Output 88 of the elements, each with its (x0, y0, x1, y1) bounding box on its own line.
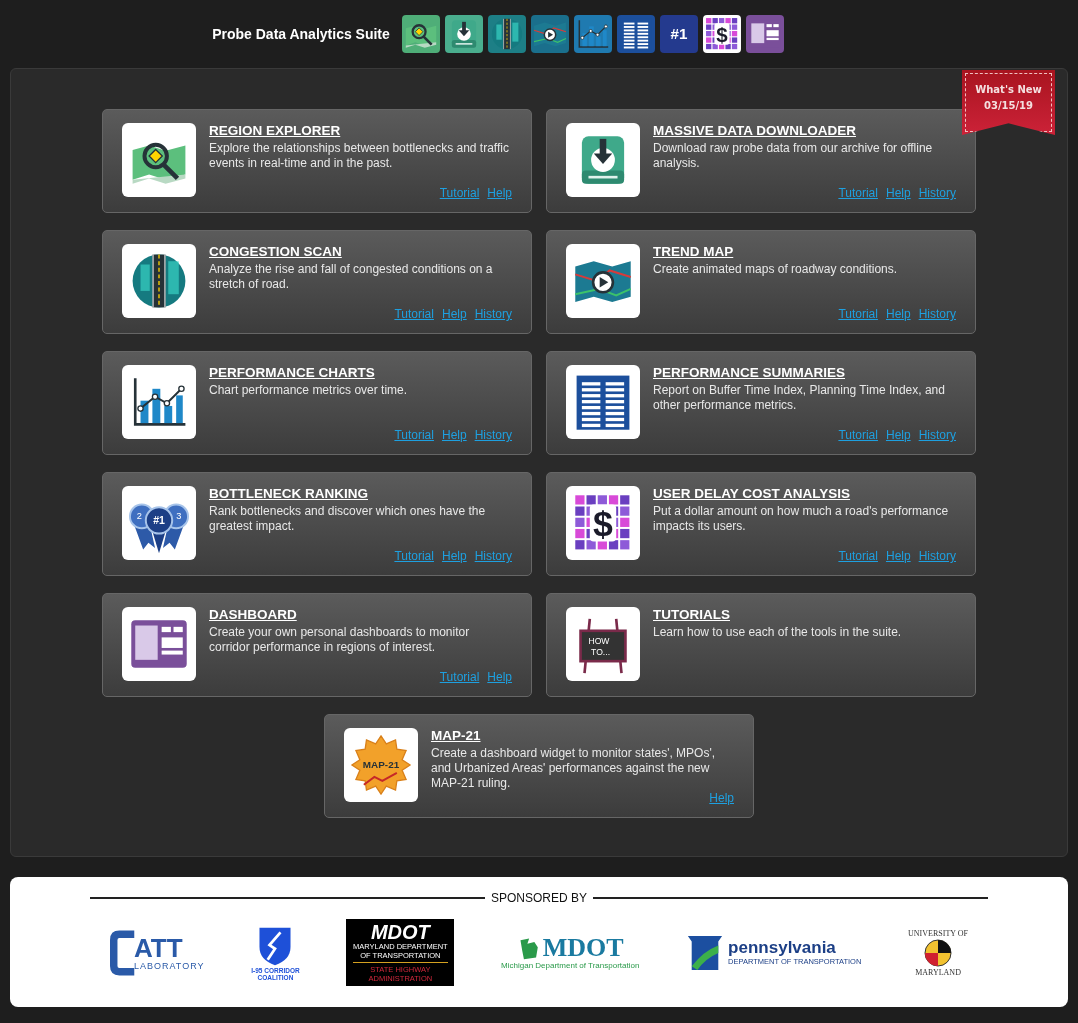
tool-description: Create a dashboard widget to monitor states', MPOs', and Urbanized Areas' performances against the new MAP-21 ruling. (431, 746, 717, 791)
tool-icon[interactable] (122, 123, 196, 197)
logo-text: MARYLAND (915, 967, 961, 977)
tool-link[interactable]: History (918, 428, 956, 442)
logo-text: pennsylvania (728, 939, 837, 957)
tool-link[interactable]: History (918, 186, 956, 200)
badge-text: MAP-21 (362, 759, 400, 771)
tool-description: Create your own personal dashboards to monitor corridor performance in regions of interest. (209, 625, 471, 655)
tool-link[interactable]: Help (709, 791, 734, 805)
tool-link[interactable]: History (918, 307, 956, 321)
tool-link[interactable]: Help (487, 186, 512, 200)
tool-icon[interactable] (566, 244, 640, 318)
whats-new-ribbon[interactable]: What's New 03/15/19 (962, 70, 1055, 135)
tool-description: Create animated maps of roadway conditions. (653, 262, 899, 277)
tool-link[interactable]: Help (885, 549, 911, 563)
tool-link[interactable]: Tutorial (838, 428, 878, 442)
tool-link[interactable]: History (474, 307, 512, 321)
tool-link[interactable]: History (474, 549, 512, 563)
tool-link[interactable]: Help (885, 307, 911, 321)
tool-link[interactable]: History (474, 428, 512, 442)
tool-description: Chart performance metrics over time. (209, 383, 409, 398)
seal-icon (923, 937, 953, 968)
tool-title-link[interactable]: MAP-21 (431, 728, 481, 743)
tool-link[interactable]: Tutorial (394, 307, 434, 321)
tool-title-link[interactable]: TREND MAP (653, 244, 734, 259)
tool-icon[interactable]: #1 (659, 15, 698, 53)
tool-icon[interactable] (122, 244, 196, 318)
tool-icon[interactable] (530, 15, 569, 53)
tool-link[interactable]: Help (441, 428, 467, 442)
tool-icon[interactable] (444, 15, 483, 53)
rank-number: 3 (176, 511, 182, 522)
tool-link[interactable]: Help (441, 307, 467, 321)
tool-title-link[interactable]: CONGESTION SCAN (209, 244, 342, 259)
tool-icon[interactable] (122, 607, 196, 681)
starburst-icon[interactable]: MAP-21 (344, 728, 418, 802)
tool-icon[interactable] (566, 365, 640, 439)
tool-title-link[interactable]: MASSIVE DATA DOWNLOADER (653, 123, 856, 138)
tool-icon[interactable] (566, 123, 640, 197)
easel-icon[interactable]: HOW TO... (566, 607, 640, 681)
tool-icon[interactable]: $ (702, 15, 741, 53)
tool-description: Download raw probe data from our archive for offline analysis. (653, 141, 934, 171)
tool-description: Rank bottlenecks and discover which ones have the greatest impact. (209, 504, 487, 534)
tool-icon[interactable] (401, 15, 440, 53)
logo-text: MDOT (542, 935, 624, 961)
tool-title-link[interactable]: PERFORMANCE CHARTS (209, 365, 375, 380)
logo-text: Michigan Department of Transportation (501, 961, 640, 970)
tool-icon[interactable]: 2 #1 3 (122, 486, 196, 560)
keystone-icon (686, 933, 725, 972)
tool-link[interactable]: Tutorial (439, 186, 480, 200)
tool-title-link[interactable]: DASHBOARD (209, 607, 297, 622)
rank-number: #1 (153, 514, 165, 527)
tool-link[interactable]: Help (441, 549, 467, 563)
tool-icon[interactable] (745, 15, 784, 53)
tool-icon[interactable] (487, 15, 526, 53)
tool-link[interactable]: Tutorial (838, 549, 878, 563)
tool-link[interactable]: Tutorial (439, 670, 480, 684)
tool-link[interactable]: Help (885, 428, 911, 442)
tool-title-link[interactable]: PERFORMANCE SUMMARIES (653, 365, 845, 380)
chalkboard-text: HOW (588, 636, 610, 646)
tool-description: Put a dollar amount on how much a road's performance impacts its users. (653, 504, 950, 534)
dollar-sign: $ (593, 504, 613, 545)
tool-title-link[interactable]: BOTTLENECK RANKING (209, 486, 368, 501)
chalkboard-text: TO... (591, 646, 611, 657)
tool-link[interactable]: Help (885, 186, 911, 200)
tool-description: Explore the relationships between bottlenecks and traffic events in real-time and in the past. (209, 141, 510, 171)
sponsors-heading: SPONSORED BY (491, 891, 587, 905)
tool-link[interactable]: Tutorial (838, 186, 878, 200)
tool-link[interactable]: Tutorial (394, 549, 434, 563)
logo-text: UNIVERSITY OF (908, 928, 968, 938)
logo-text: ATT (134, 934, 184, 961)
logo-text: LABORATORY (134, 960, 205, 971)
tool-link[interactable]: History (918, 549, 956, 563)
tool-icon[interactable] (122, 365, 196, 439)
tool-description: Report on Buffer Time Index, Planning Time Index, and other performance metrics. (653, 383, 946, 413)
suite-title: Probe Data Analytics Suite (212, 26, 390, 42)
tool-icon[interactable]: $ (566, 486, 640, 560)
tool-link[interactable]: Tutorial (838, 307, 878, 321)
tool-description: Learn how to use each of the tools in the suite. (653, 625, 903, 640)
tool-title-link[interactable]: REGION EXPLORER (209, 123, 341, 138)
tool-icon[interactable] (616, 15, 655, 53)
tool-description: Analyze the rise and fall of congested conditions on a stretch of road. (209, 262, 494, 292)
tool-link[interactable]: Help (487, 670, 512, 684)
tool-link[interactable]: Tutorial (394, 428, 434, 442)
dollar-sign: $ (716, 22, 728, 46)
tool-title-link[interactable]: USER DELAY COST ANALYSIS (653, 486, 851, 501)
rank-number: #1 (670, 25, 688, 43)
tool-title-link[interactable]: TUTORIALS (653, 607, 730, 622)
rank-number: 2 (136, 511, 142, 522)
